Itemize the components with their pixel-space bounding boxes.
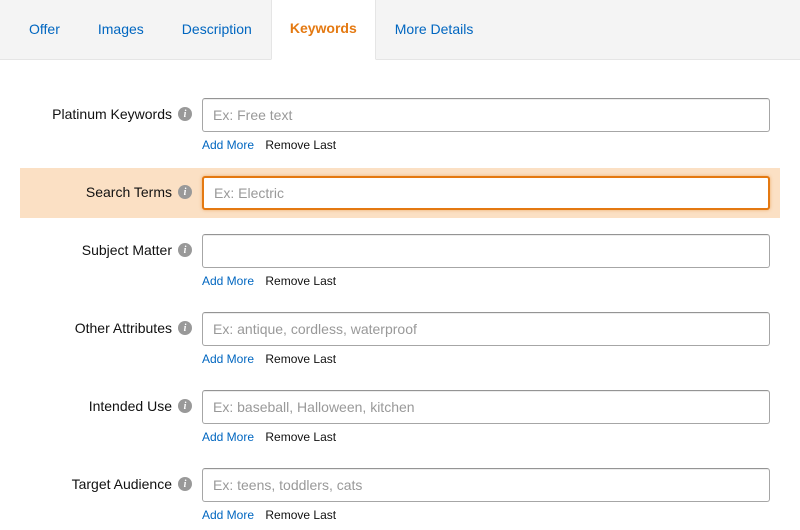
actions-target-audience: Add More Remove Last	[202, 508, 770, 522]
info-icon[interactable]: i	[178, 399, 192, 413]
field-search-terms: Search Terms i	[20, 168, 780, 218]
add-more-link[interactable]: Add More	[202, 508, 254, 522]
label-text: Intended Use	[89, 398, 172, 414]
field-target-audience: Target Audience i Add More Remove Last	[20, 460, 780, 530]
actions-other-attributes: Add More Remove Last	[202, 352, 770, 366]
info-icon[interactable]: i	[178, 477, 192, 491]
input-other-attributes[interactable]	[202, 312, 770, 346]
input-platinum-keywords[interactable]	[202, 98, 770, 132]
controls-platinum-keywords: Add More Remove Last	[202, 98, 770, 152]
tab-offer[interactable]: Offer	[10, 0, 79, 59]
field-other-attributes: Other Attributes i Add More Remove Last	[20, 304, 780, 374]
controls-other-attributes: Add More Remove Last	[202, 312, 770, 366]
add-more-link[interactable]: Add More	[202, 274, 254, 288]
label-text: Search Terms	[86, 184, 172, 200]
remove-last-link[interactable]: Remove Last	[265, 138, 336, 152]
field-subject-matter: Subject Matter i Add More Remove Last	[20, 226, 780, 296]
label-text: Other Attributes	[75, 320, 172, 336]
controls-intended-use: Add More Remove Last	[202, 390, 770, 444]
tab-bar: Offer Images Description Keywords More D…	[0, 0, 800, 60]
actions-subject-matter: Add More Remove Last	[202, 274, 770, 288]
info-icon[interactable]: i	[178, 185, 192, 199]
label-intended-use: Intended Use i	[30, 390, 202, 414]
label-text: Platinum Keywords	[52, 106, 172, 122]
field-platinum-keywords: Platinum Keywords i Add More Remove Last	[20, 90, 780, 160]
controls-target-audience: Add More Remove Last	[202, 468, 770, 522]
label-text: Subject Matter	[82, 242, 172, 258]
controls-search-terms	[202, 176, 770, 210]
keywords-form: Platinum Keywords i Add More Remove Last…	[0, 60, 800, 530]
info-icon[interactable]: i	[178, 243, 192, 257]
tab-images[interactable]: Images	[79, 0, 163, 59]
controls-subject-matter: Add More Remove Last	[202, 234, 770, 288]
input-subject-matter[interactable]	[202, 234, 770, 268]
add-more-link[interactable]: Add More	[202, 138, 254, 152]
remove-last-link[interactable]: Remove Last	[265, 430, 336, 444]
label-subject-matter: Subject Matter i	[30, 234, 202, 258]
remove-last-link[interactable]: Remove Last	[265, 508, 336, 522]
info-icon[interactable]: i	[178, 321, 192, 335]
actions-platinum-keywords: Add More Remove Last	[202, 138, 770, 152]
tab-description[interactable]: Description	[163, 0, 271, 59]
tab-more-details[interactable]: More Details	[376, 0, 493, 59]
label-other-attributes: Other Attributes i	[30, 312, 202, 336]
info-icon[interactable]: i	[178, 107, 192, 121]
input-target-audience[interactable]	[202, 468, 770, 502]
tab-keywords[interactable]: Keywords	[271, 0, 376, 60]
input-intended-use[interactable]	[202, 390, 770, 424]
remove-last-link[interactable]: Remove Last	[265, 274, 336, 288]
add-more-link[interactable]: Add More	[202, 430, 254, 444]
field-intended-use: Intended Use i Add More Remove Last	[20, 382, 780, 452]
label-target-audience: Target Audience i	[30, 468, 202, 492]
input-search-terms[interactable]	[202, 176, 770, 210]
label-text: Target Audience	[72, 476, 172, 492]
actions-intended-use: Add More Remove Last	[202, 430, 770, 444]
label-platinum-keywords: Platinum Keywords i	[30, 98, 202, 122]
add-more-link[interactable]: Add More	[202, 352, 254, 366]
remove-last-link[interactable]: Remove Last	[265, 352, 336, 366]
label-search-terms: Search Terms i	[30, 176, 202, 200]
